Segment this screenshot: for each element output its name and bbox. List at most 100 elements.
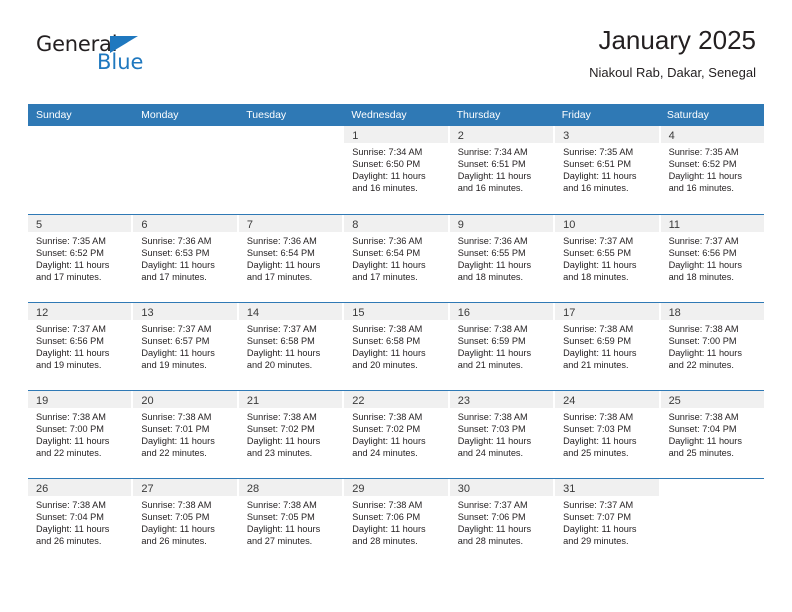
day-cell[interactable]: 25 Sunrise: 7:38 AM Sunset: 7:04 PM Dayligh…: [660, 391, 764, 478]
day-daylight-line1-text: Daylight: 11 hours: [563, 435, 637, 446]
day-cell[interactable]: 15 Sunrise: 7:38 AM Sunset: 6:58 PM Dayligh…: [344, 303, 448, 390]
day-sunset-text: Sunset: 7:01 PM: [141, 423, 210, 434]
day-cell[interactable]: 1 Sunrise: 7:34 AM Sunset: 6:50 PM Daylight…: [344, 126, 448, 214]
page-title: January 2025: [598, 25, 756, 55]
day-sun-info: Sunrise: 7:37 AM Sunset: 7:07 PM Daylight:…: [555, 496, 658, 548]
day-cell[interactable]: 3 Sunrise: 7:35 AM Sunset: 6:51 PM Daylight…: [555, 126, 659, 214]
day-sunrise-text: Sunrise: 7:37 AM: [141, 324, 212, 334]
day-sunrise-text: Sunrise: 7:38 AM: [668, 324, 739, 334]
day-number: 24: [563, 395, 576, 407]
calendar-grid: Sunday Monday Tuesday Wednesday Thursday Frid…: [28, 104, 764, 566]
weekday-header-wednesday: Wednesday: [351, 109, 407, 121]
day-sun-info: Sunrise: 7:34 AM Sunset: 6:51 PM Daylight:…: [450, 143, 553, 195]
day-daylight-line2-text: and 20 minutes.: [352, 359, 418, 370]
day-daylight-line1-text: Daylight: 11 hours: [141, 435, 215, 446]
day-cell[interactable]: 20 Sunrise: 7:38 AM Sunset: 7:01 PM Dayligh…: [133, 391, 237, 478]
day-number-bar: 31: [555, 479, 659, 496]
day-daylight-line2-text: and 28 minutes.: [457, 535, 524, 546]
day-cell[interactable]: 30 Sunrise: 7:37 AM Sunset: 7:06 PM Dayligh…: [449, 479, 554, 566]
day-number-bar: 17: [555, 303, 659, 320]
day-sun-info: Sunrise: 7:38 AM Sunset: 7:00 PM Daylight:…: [661, 320, 764, 372]
day-sunrise-text: Sunrise: 7:38 AM: [352, 412, 423, 422]
day-daylight-line1-text: Daylight: 11 hours: [246, 259, 321, 270]
day-number-bar: 20: [133, 391, 237, 408]
day-sunset-text: Sunset: 6:50 PM: [352, 158, 421, 169]
day-number-bar: 25: [660, 391, 764, 408]
day-sunrise-text: Sunrise: 7:36 AM: [246, 236, 317, 246]
day-cell[interactable]: 24 Sunrise: 7:38 AM Sunset: 7:03 PM Dayligh…: [555, 391, 659, 478]
day-sunset-text: Sunset: 7:05 PM: [141, 511, 210, 522]
day-number-bar: 14: [238, 303, 343, 320]
day-daylight-line2-text: and 17 minutes.: [141, 271, 207, 282]
day-cell[interactable]: 5 Sunrise: 7:35 AM Sunset: 6:52 PM Daylight…: [28, 215, 132, 302]
day-number: 30: [457, 483, 470, 495]
day-cell[interactable]: 23 Sunrise: 7:38 AM Sunset: 7:03 PM Dayligh…: [449, 391, 554, 478]
day-cell[interactable]: 31 Sunrise: 7:37 AM Sunset: 7:07 PM Dayligh…: [555, 479, 659, 566]
week-row: 1 Sunrise: 7:34 AM Sunset: 6:50 PM Daylight…: [28, 126, 764, 214]
day-sun-info: Sunrise: 7:37 AM Sunset: 6:55 PM Daylight:…: [555, 232, 658, 284]
day-number-bar: 2: [449, 126, 554, 143]
day-sunset-text: Sunset: 7:06 PM: [352, 511, 421, 522]
day-sun-info: Sunrise: 7:36 AM Sunset: 6:54 PM Daylight:…: [239, 232, 342, 284]
day-daylight-line1-text: Daylight: 11 hours: [563, 347, 637, 358]
day-cell[interactable]: 6 Sunrise: 7:36 AM Sunset: 6:53 PM Daylight…: [133, 215, 237, 302]
day-sun-info: Sunrise: 7:34 AM Sunset: 6:50 PM Daylight:…: [344, 143, 447, 195]
week-row: 19 Sunrise: 7:38 AM Sunset: 7:00 PM Dayligh…: [28, 390, 764, 478]
day-cell[interactable]: 4 Sunrise: 7:35 AM Sunset: 6:52 PM Daylight…: [660, 126, 764, 214]
day-sunrise-text: Sunrise: 7:35 AM: [563, 147, 634, 157]
day-cell[interactable]: 14 Sunrise: 7:37 AM Sunset: 6:58 PM Dayligh…: [238, 303, 343, 390]
day-sun-info: Sunrise: 7:38 AM Sunset: 7:01 PM Daylight:…: [133, 408, 236, 460]
day-daylight-line1-text: Daylight: 11 hours: [668, 259, 742, 270]
day-daylight-line2-text: and 20 minutes.: [246, 359, 313, 370]
day-daylight-line2-text: and 21 minutes.: [563, 359, 629, 370]
day-daylight-line2-text: and 23 minutes.: [246, 447, 313, 458]
day-cell[interactable]: 17 Sunrise: 7:38 AM Sunset: 6:59 PM Dayligh…: [555, 303, 659, 390]
day-sun-info: Sunrise: 7:35 AM Sunset: 6:52 PM Daylight:…: [661, 143, 764, 195]
day-cell[interactable]: 9 Sunrise: 7:36 AM Sunset: 6:55 PM Daylight…: [449, 215, 554, 302]
day-number-bar: 7: [238, 215, 343, 232]
day-cell[interactable]: 10 Sunrise: 7:37 AM Sunset: 6:55 PM Dayligh…: [555, 215, 659, 302]
day-cell[interactable]: 13 Sunrise: 7:37 AM Sunset: 6:57 PM Dayligh…: [133, 303, 237, 390]
day-cell[interactable]: 18 Sunrise: 7:38 AM Sunset: 7:00 PM Dayligh…: [660, 303, 764, 390]
day-sunrise-text: Sunrise: 7:38 AM: [457, 412, 528, 422]
day-cell[interactable]: 8 Sunrise: 7:36 AM Sunset: 6:54 PM Daylight…: [344, 215, 448, 302]
day-sunset-text: Sunset: 6:59 PM: [563, 335, 632, 346]
day-daylight-line2-text: and 16 minutes.: [668, 182, 734, 193]
day-sunset-text: Sunset: 6:55 PM: [563, 247, 632, 258]
day-sunrise-text: Sunrise: 7:37 AM: [36, 324, 106, 334]
day-cell[interactable]: 16 Sunrise: 7:38 AM Sunset: 6:59 PM Dayligh…: [449, 303, 554, 390]
day-cell[interactable]: 29 Sunrise: 7:38 AM Sunset: 7:06 PM Dayligh…: [344, 479, 448, 566]
day-number: 5: [36, 219, 43, 231]
day-sunset-text: Sunset: 7:04 PM: [668, 423, 737, 434]
day-sun-info: Sunrise: 7:38 AM Sunset: 7:06 PM Daylight:…: [344, 496, 447, 548]
day-cell[interactable]: 26 Sunrise: 7:38 AM Sunset: 7:04 PM Dayligh…: [28, 479, 132, 566]
day-daylight-line1-text: Daylight: 11 hours: [352, 523, 426, 534]
weekday-header-sunday: Sunday: [36, 109, 72, 121]
day-number-bar: 10: [555, 215, 659, 232]
day-daylight-line1-text: Daylight: 11 hours: [563, 170, 637, 181]
day-sunset-text: Sunset: 7:03 PM: [457, 423, 526, 434]
day-cell[interactable]: 28 Sunrise: 7:38 AM Sunset: 7:05 PM Dayligh…: [238, 479, 343, 566]
day-cell[interactable]: 27 Sunrise: 7:38 AM Sunset: 7:05 PM Dayligh…: [133, 479, 237, 566]
day-cell[interactable]: 12 Sunrise: 7:37 AM Sunset: 6:56 PM Dayligh…: [28, 303, 132, 390]
day-number-bar: 4: [660, 126, 764, 143]
day-number: 12: [36, 307, 49, 319]
day-number: 22: [352, 395, 365, 407]
day-sun-info: Sunrise: 7:38 AM Sunset: 7:04 PM Daylight:…: [28, 496, 131, 548]
day-cell[interactable]: 7 Sunrise: 7:36 AM Sunset: 6:54 PM Daylight…: [238, 215, 343, 302]
day-number: 18: [668, 307, 681, 319]
day-cell-empty: [661, 479, 764, 566]
day-sunrise-text: Sunrise: 7:37 AM: [457, 500, 528, 510]
day-cell[interactable]: 22 Sunrise: 7:38 AM Sunset: 7:02 PM Dayligh…: [344, 391, 448, 478]
day-daylight-line1-text: Daylight: 11 hours: [36, 347, 110, 358]
day-cell[interactable]: 21 Sunrise: 7:38 AM Sunset: 7:02 PM Dayligh…: [238, 391, 343, 478]
day-sun-info: Sunrise: 7:37 AM Sunset: 6:56 PM Daylight:…: [28, 320, 131, 372]
day-cell[interactable]: 19 Sunrise: 7:38 AM Sunset: 7:00 PM Dayligh…: [28, 391, 132, 478]
general-blue-logo[interactable]: General Blue: [36, 34, 166, 86]
day-cell[interactable]: 2 Sunrise: 7:34 AM Sunset: 6:51 PM Daylight…: [449, 126, 554, 214]
title-block: January 2025 Niakoul Rab, Dakar, Senegal: [589, 25, 756, 80]
day-cell[interactable]: 11 Sunrise: 7:37 AM Sunset: 6:56 PM Dayligh…: [660, 215, 764, 302]
day-number: 6: [141, 219, 148, 231]
day-sunrise-text: Sunrise: 7:38 AM: [563, 324, 634, 334]
day-sun-info: Sunrise: 7:36 AM Sunset: 6:53 PM Daylight:…: [133, 232, 236, 284]
